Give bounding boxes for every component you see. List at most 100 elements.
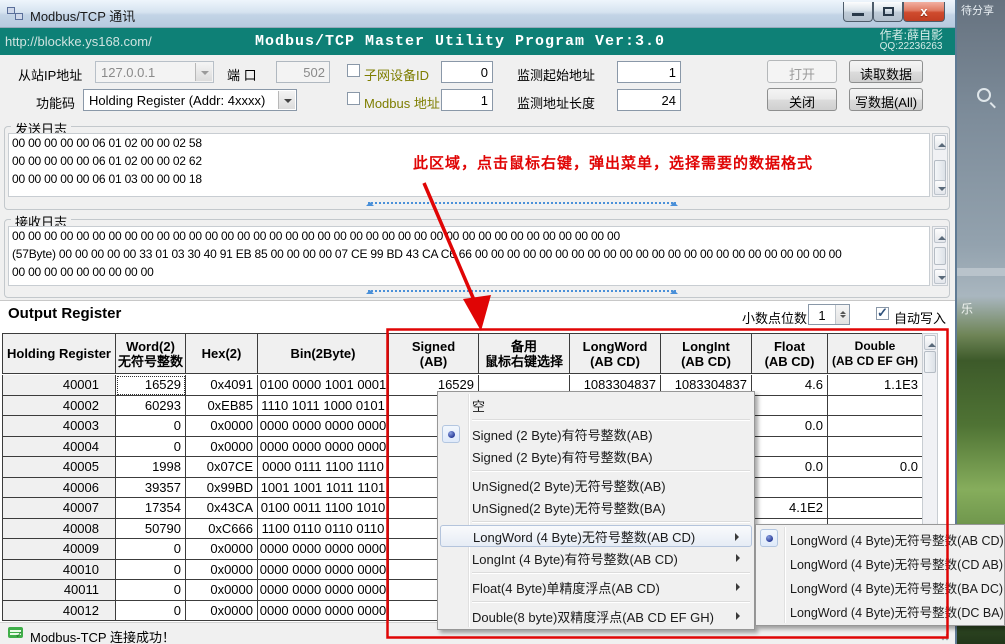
menu-item[interactable]: Signed (2 Byte)有符号整数(AB): [440, 423, 752, 445]
table-cell[interactable]: 0x0000: [186, 601, 258, 622]
table-cell[interactable]: 0: [116, 416, 186, 437]
table-cell[interactable]: [752, 396, 828, 417]
table-cell[interactable]: 0x0000: [186, 560, 258, 581]
table-cell[interactable]: [828, 437, 923, 458]
search-icon[interactable]: [977, 88, 991, 102]
menu-item[interactable]: LongWord (4 Byte)无符号整数(BA DC): [758, 575, 1002, 599]
row-header[interactable]: 40001: [3, 375, 116, 396]
table-cell[interactable]: 0000 0111 1100 1110: [258, 457, 389, 478]
table-cell[interactable]: 4.1E2: [752, 498, 828, 519]
port-input[interactable]: 502: [276, 61, 330, 83]
table-cell[interactable]: 17354: [116, 498, 186, 519]
menu-item[interactable]: LongWord (4 Byte)无符号整数(AB CD): [758, 527, 1002, 551]
table-cell[interactable]: 0.0: [828, 457, 923, 478]
receive-log-scrollbar[interactable]: [932, 226, 948, 286]
spinner-arrows-icon[interactable]: [835, 305, 849, 324]
table-cell[interactable]: 0x0000: [186, 539, 258, 560]
row-header[interactable]: 40002: [3, 396, 116, 417]
table-cell[interactable]: 1.1E3: [828, 375, 923, 396]
table-cell[interactable]: [828, 478, 923, 499]
row-header[interactable]: 40010: [3, 560, 116, 581]
table-cell[interactable]: 0xEB85: [186, 396, 258, 417]
row-header[interactable]: 40008: [3, 519, 116, 540]
table-cell[interactable]: 0x0000: [186, 580, 258, 601]
maximize-button[interactable]: [873, 2, 903, 22]
table-cell[interactable]: 0100 0000 1001 0001: [258, 375, 389, 396]
menu-item[interactable]: Float(4 Byte)单精度浮点(AB CD): [440, 576, 752, 598]
table-cell[interactable]: 0000 0000 0000 0000: [258, 437, 389, 458]
row-header[interactable]: 40005: [3, 457, 116, 478]
table-cell[interactable]: 0x4091: [186, 375, 258, 396]
send-log-hscrollbar[interactable]: [368, 202, 676, 211]
table-cell[interactable]: 50790: [116, 519, 186, 540]
table-cell[interactable]: 0x43CA: [186, 498, 258, 519]
table-cell[interactable]: 0: [116, 560, 186, 581]
auto-write-checkbox[interactable]: [876, 307, 889, 320]
table-cell[interactable]: 0.0: [752, 457, 828, 478]
table-cell[interactable]: 0000 0000 0000 0000: [258, 560, 389, 581]
receive-log-hscrollbar[interactable]: [368, 290, 676, 299]
table-cell[interactable]: 0x07CE: [186, 457, 258, 478]
slave-ip-combo[interactable]: 127.0.0.1: [95, 61, 214, 83]
scroll-down-icon[interactable]: [934, 180, 946, 195]
scroll-down-icon[interactable]: [934, 269, 946, 284]
table-cell[interactable]: 0: [116, 601, 186, 622]
table-cell[interactable]: 0.0: [752, 416, 828, 437]
scroll-up-icon[interactable]: [934, 228, 946, 243]
monitor-length-input[interactable]: 24: [617, 89, 681, 111]
menu-item[interactable]: 空: [440, 394, 752, 416]
resize-grip[interactable]: [941, 631, 951, 641]
open-button[interactable]: 打开: [767, 60, 837, 83]
write-data-button[interactable]: 写数据(All): [849, 88, 923, 111]
row-header[interactable]: 40009: [3, 539, 116, 560]
table-cell[interactable]: 0: [116, 580, 186, 601]
monitor-start-input[interactable]: 1: [617, 61, 681, 83]
table-cell[interactable]: 60293: [116, 396, 186, 417]
table-cell[interactable]: 4.6: [752, 375, 828, 396]
table-cell[interactable]: 0: [116, 539, 186, 560]
modbus-addr-input[interactable]: 1: [441, 89, 493, 111]
close-conn-button[interactable]: 关闭: [767, 88, 837, 111]
table-cell[interactable]: 39357: [116, 478, 186, 499]
table-cell[interactable]: 0000 0000 0000 0000: [258, 539, 389, 560]
table-cell[interactable]: 0x99BD: [186, 478, 258, 499]
modbus-addr-checkbox[interactable]: [347, 92, 360, 105]
scroll-up-icon[interactable]: [924, 335, 936, 350]
table-cell[interactable]: 0: [116, 437, 186, 458]
scroll-up-icon[interactable]: [934, 135, 946, 150]
table-cell[interactable]: 1100 0110 0110 0110: [258, 519, 389, 540]
table-cell[interactable]: 0000 0000 0000 0000: [258, 601, 389, 622]
row-header[interactable]: 40006: [3, 478, 116, 499]
table-cell[interactable]: 1998: [116, 457, 186, 478]
menu-item[interactable]: LongInt (4 Byte)有符号整数(AB CD): [440, 547, 752, 569]
table-cell[interactable]: 1001 1001 1011 1101: [258, 478, 389, 499]
send-log-scrollbar[interactable]: [932, 133, 948, 197]
table-cell[interactable]: 0100 0011 1100 1010: [258, 498, 389, 519]
table-cell[interactable]: 0000 0000 0000 0000: [258, 416, 389, 437]
decimal-places-spinner[interactable]: 1: [808, 304, 850, 325]
menu-item[interactable]: UnSigned(2 Byte)无符号整数(BA): [440, 496, 752, 518]
row-header[interactable]: 40011: [3, 580, 116, 601]
table-cell[interactable]: 1110 1011 1000 0101: [258, 396, 389, 417]
table-cell[interactable]: 0xC666: [186, 519, 258, 540]
table-cell[interactable]: [752, 478, 828, 499]
minimize-button[interactable]: [843, 2, 873, 22]
subnet-id-checkbox[interactable]: [347, 64, 360, 77]
menu-item[interactable]: Double(8 byte)双精度浮点(AB CD EF GH): [440, 605, 752, 627]
table-cell[interactable]: [828, 396, 923, 417]
row-header[interactable]: 40007: [3, 498, 116, 519]
table-cell[interactable]: [752, 437, 828, 458]
title-bar[interactable]: Modbus/TCP 通讯 x: [0, 0, 955, 28]
table-cell[interactable]: 0000 0000 0000 0000: [258, 580, 389, 601]
menu-item[interactable]: LongWord (4 Byte)无符号整数(DC BA): [758, 599, 1002, 623]
menu-item[interactable]: Signed (2 Byte)有符号整数(BA): [440, 445, 752, 467]
read-data-button[interactable]: 读取数据: [849, 60, 923, 83]
function-code-combo[interactable]: Holding Register (Addr: 4xxxx): [83, 89, 297, 111]
subnet-id-input[interactable]: 0: [441, 61, 493, 83]
table-cell[interactable]: [828, 416, 923, 437]
menu-item[interactable]: UnSigned(2 Byte)无符号整数(AB): [440, 474, 752, 496]
menu-item[interactable]: LongWord (4 Byte)无符号整数(CD AB): [758, 551, 1002, 575]
row-header[interactable]: 40012: [3, 601, 116, 622]
row-header[interactable]: 40004: [3, 437, 116, 458]
table-cell[interactable]: 0x0000: [186, 437, 258, 458]
